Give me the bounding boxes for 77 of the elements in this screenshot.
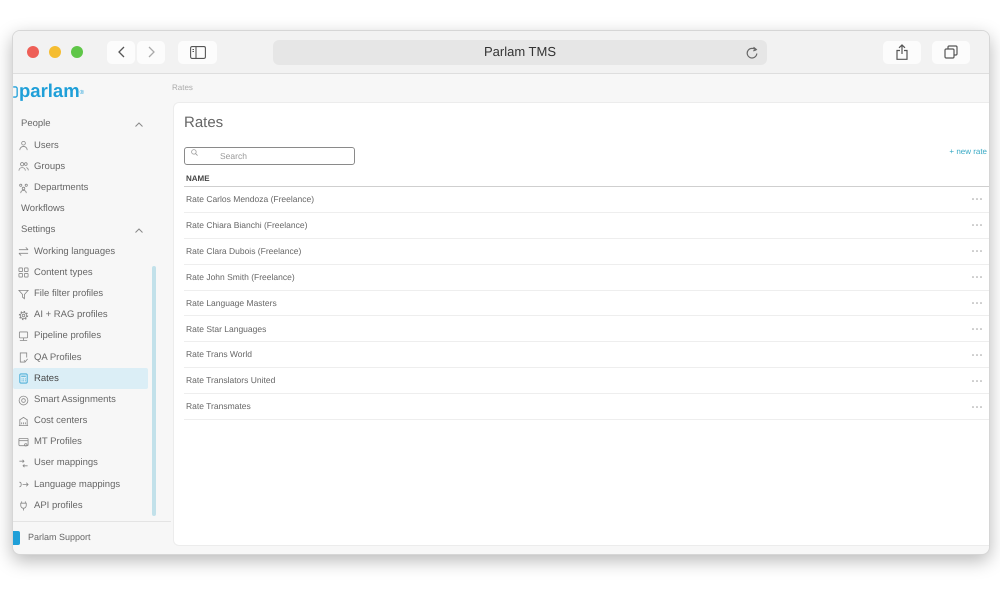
sidebar-item[interactable]: Pipeline profiles	[13, 326, 148, 348]
sidebar-item[interactable]: API profiles	[13, 495, 148, 517]
sidebar-item[interactable]: AI + RAG profiles	[13, 304, 148, 326]
sidebar-item[interactable]: Smart Assignments	[13, 389, 148, 411]
monitor-icon	[18, 330, 29, 342]
sidebar-item[interactable]: MT Profiles	[13, 432, 148, 453]
sidebar-item[interactable]: QA Profiles	[13, 347, 148, 368]
chevron-up-icon[interactable]	[135, 228, 143, 234]
calculator-icon	[18, 373, 29, 384]
logo: parlam$^{®}$	[19, 82, 84, 101]
logo-mark-icon	[13, 86, 18, 98]
arrows-left-right-icon	[18, 246, 29, 258]
tabs-icon[interactable]	[944, 45, 958, 59]
sidebar-item[interactable]: Groups	[13, 156, 148, 178]
filter-icon	[18, 288, 29, 300]
table-cell: Rate Translators United	[186, 374, 276, 388]
sidebar-item[interactable]: File filter profiles	[13, 284, 148, 305]
tabs-button[interactable]	[932, 40, 970, 64]
table-cell: Rate Language Masters	[186, 296, 277, 310]
sidebar-icon[interactable]	[190, 46, 206, 58]
table-cell: Rate Transmates	[186, 400, 251, 413]
target-icon	[18, 394, 29, 406]
share-button[interactable]	[883, 40, 921, 64]
chevron-up-icon[interactable]	[135, 122, 143, 128]
more-icon[interactable]	[972, 328, 982, 330]
more-icon[interactable]	[972, 354, 982, 356]
users-icon	[18, 161, 29, 172]
gear-icon	[18, 310, 29, 321]
sidebar-section-header[interactable]: People	[13, 114, 148, 136]
person-icon	[18, 140, 29, 152]
sidebar-item[interactable]: Cost centers	[13, 410, 148, 432]
new-rate-link[interactable]: + new rate	[949, 146, 989, 158]
column-header[interactable]: NAME	[186, 173, 210, 185]
share-icon[interactable]	[896, 44, 908, 60]
page-title: Rates	[184, 114, 224, 132]
sidebar-item[interactable]: Working languages	[13, 241, 148, 262]
grid-icon	[18, 267, 29, 278]
table-cell: Rate Carlos Mendoza (Freelance)	[186, 193, 314, 206]
more-icon[interactable]	[972, 224, 982, 226]
sidebar-item[interactable]: Workflows	[13, 198, 148, 220]
table-cell: Rate Chiara Bianchi (Freelance)	[186, 218, 308, 232]
scrollbar[interactable]	[152, 266, 156, 516]
building-icon	[18, 416, 29, 427]
swap-arrows-icon	[18, 458, 29, 470]
close-icon[interactable]	[27, 46, 39, 58]
more-icon[interactable]	[972, 380, 982, 382]
sidebar-toggle-button[interactable]	[178, 40, 217, 64]
table-cell: Rate John Smith (Freelance)	[186, 270, 295, 284]
sidebar-item[interactable]: Content types	[13, 262, 148, 284]
window-icon	[18, 436, 29, 448]
plug-icon	[18, 500, 29, 512]
table-cell: Rate Clara Dubois (Freelance)	[186, 244, 302, 258]
chevron-right-icon[interactable]	[148, 46, 154, 58]
maximize-icon[interactable]	[71, 46, 83, 58]
document-check-icon	[18, 352, 29, 364]
sidebar-item[interactable]: User mappings	[13, 453, 148, 474]
minimize-icon[interactable]	[49, 46, 61, 58]
people-group-icon	[18, 182, 29, 194]
sidebar-item[interactable]: Language mappings	[13, 474, 148, 496]
chevron-left-icon[interactable]	[118, 46, 124, 58]
more-icon[interactable]	[972, 406, 982, 408]
sidebar-section-header[interactable]: Settings	[13, 220, 148, 242]
search-field[interactable]: Search	[184, 147, 355, 165]
back-button[interactable]	[107, 40, 135, 64]
search-icon	[191, 148, 198, 156]
more-icon[interactable]	[972, 250, 982, 252]
table-cell: Rate Star Languages	[186, 322, 266, 336]
table-cell: Rate Trans World	[186, 348, 252, 362]
sidebar-item[interactable]: Departments	[13, 178, 148, 199]
address-bar[interactable]: Parlam TMS	[273, 40, 767, 64]
support-link[interactable]: Parlam Support	[28, 531, 91, 545]
sidebar-item[interactable]: Rates	[13, 368, 148, 390]
more-icon[interactable]	[972, 276, 982, 278]
sidebar-item[interactable]: Users	[13, 135, 148, 156]
tile-icon	[13, 531, 20, 545]
reload-icon[interactable]	[746, 46, 758, 58]
more-icon[interactable]	[972, 198, 982, 200]
